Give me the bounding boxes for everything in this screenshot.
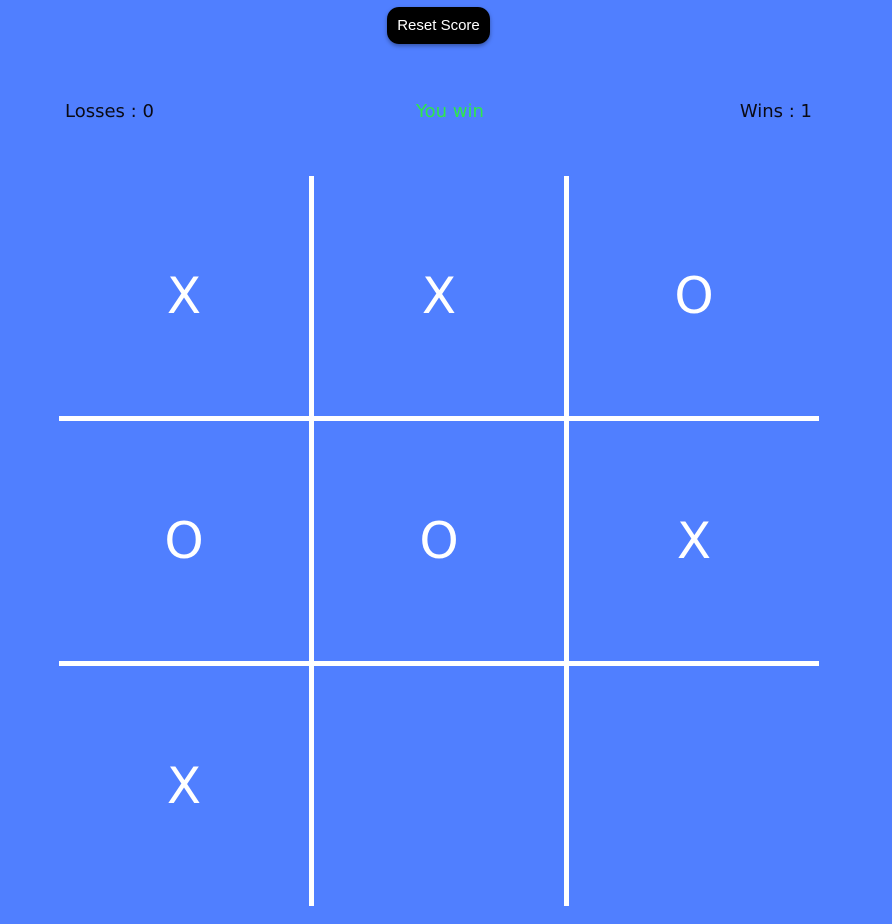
reset-score-button[interactable]: Reset Score [387,7,490,44]
game-status: You win [416,101,484,122]
board-cell-4[interactable]: O [314,421,564,661]
board-cell-3[interactable]: O [59,421,309,661]
game-board: X X O O O X X [59,176,819,906]
board-cell-6[interactable]: X [59,666,309,906]
board-cell-0[interactable]: X [59,176,309,416]
board-cell-7[interactable] [314,666,564,906]
board-cell-8[interactable] [569,666,819,906]
cell-mark: X [421,267,457,325]
board-cell-1[interactable]: X [314,176,564,416]
losses-counter: Losses : 0 [65,101,154,122]
cell-mark: O [674,267,714,325]
board-cell-2[interactable]: O [569,176,819,416]
cell-mark: O [419,512,459,570]
cell-mark: X [676,512,712,570]
cell-mark: X [166,757,202,815]
board-cell-5[interactable]: X [569,421,819,661]
cell-mark: O [164,512,204,570]
cell-mark: X [166,267,202,325]
wins-counter: Wins : 1 [739,101,812,122]
